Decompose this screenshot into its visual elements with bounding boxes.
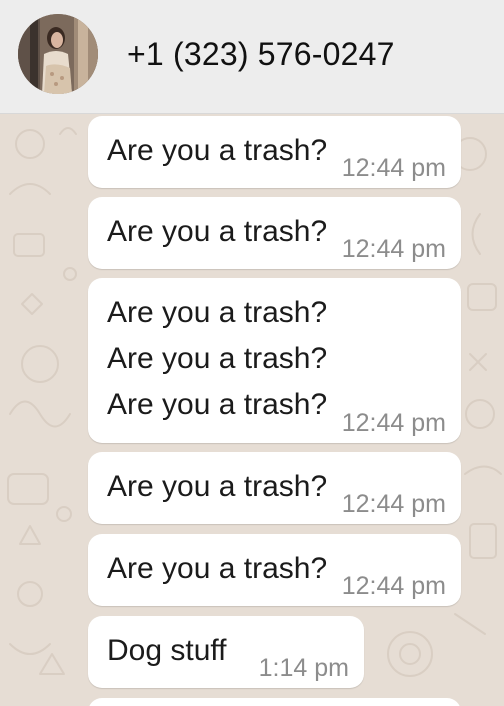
contact-name[interactable]: +1 (323) 576-0247 [127,35,395,73]
message-text: Are you a trash? [107,470,328,503]
message-bubble[interactable]: Are you a trash? 12:44 pm [88,197,461,269]
message-timestamp: 1:14 pm [258,654,349,682]
message-bubble[interactable]: Are you a trash? 12:44 pm [88,116,461,188]
message-bubble[interactable]: Dog stuff 1:14 pm [88,616,364,688]
message-text: Are you a trash? [107,134,328,167]
message-bubble[interactable]: Are you a trash? Are you a trash? Are yo… [88,278,461,443]
message-timestamp: 12:44 pm [341,572,446,600]
chat-header: +1 (323) 576-0247 [0,0,504,114]
avatar-photo [18,14,98,94]
contact-avatar[interactable] [18,14,98,94]
message-text: Are you a trash? [107,552,328,585]
chat-area[interactable]: Are you a trash? 12:44 pm Are you a tras… [0,114,504,706]
message-text: Are you a trash? [107,388,328,421]
message-timestamp: 12:44 pm [341,409,446,437]
message-text: Dog stuff [107,634,227,667]
message-text: Are you a trash? [107,342,328,375]
message-timestamp: 12:44 pm [341,490,446,518]
message-timestamp: 12:44 pm [341,154,446,182]
message-timestamp: 12:44 pm [341,235,446,263]
message-bubble[interactable]: Are you a trash? 12:44 pm [88,452,461,524]
message-text: Are you a trash? [107,215,328,248]
message-bubble-partial[interactable] [88,698,461,706]
message-text: Are you a trash? [107,296,328,329]
message-bubble[interactable]: Are you a trash? 12:44 pm [88,534,461,606]
